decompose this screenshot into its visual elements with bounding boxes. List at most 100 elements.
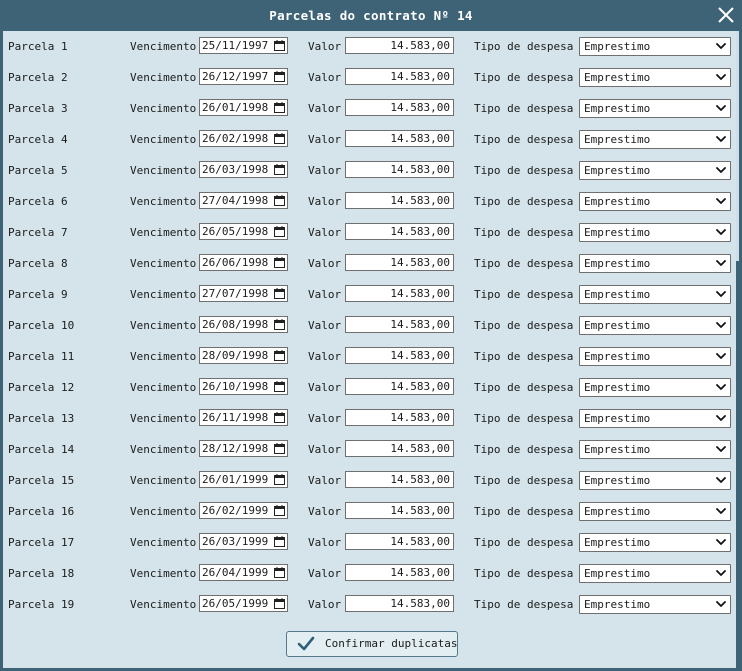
scrollbar[interactable] <box>736 31 739 261</box>
parcela-label: Parcela 12 <box>8 381 75 394</box>
valor-input[interactable]: 14.583,00 <box>345 285 454 302</box>
vencimento-date-input[interactable]: 28/09/1998 <box>199 347 288 364</box>
tipo-despesa-value: Emprestimo <box>584 443 651 456</box>
calendar-icon[interactable] <box>274 226 285 237</box>
tipo-despesa-label: Tipo de despesa <box>474 536 574 549</box>
tipo-despesa-select[interactable]: Emprestimo <box>579 533 731 552</box>
calendar-icon[interactable] <box>274 505 285 516</box>
vencimento-date-input[interactable]: 26/03/1999 <box>199 533 288 550</box>
valor-input[interactable]: 14.583,00 <box>345 595 454 612</box>
tipo-despesa-select[interactable]: Emprestimo <box>579 347 731 366</box>
valor-input[interactable]: 14.583,00 <box>345 316 454 333</box>
valor-input[interactable]: 14.583,00 <box>345 440 454 457</box>
calendar-icon[interactable] <box>274 164 285 175</box>
tipo-despesa-value: Emprestimo <box>584 536 651 549</box>
tipo-despesa-select[interactable]: Emprestimo <box>579 471 731 490</box>
valor-value: 14.583,00 <box>390 597 450 610</box>
vencimento-date-input[interactable]: 26/05/1999 <box>199 595 288 612</box>
vencimento-date-input[interactable]: 28/12/1998 <box>199 440 288 457</box>
tipo-despesa-select[interactable]: Emprestimo <box>579 564 731 583</box>
tipo-despesa-select[interactable]: Emprestimo <box>579 502 731 521</box>
tipo-despesa-select[interactable]: Emprestimo <box>579 285 731 304</box>
valor-input[interactable]: 14.583,00 <box>345 471 454 488</box>
vencimento-date-input[interactable]: 26/02/1999 <box>199 502 288 519</box>
valor-label: Valor <box>308 40 342 53</box>
valor-input[interactable]: 14.583,00 <box>345 409 454 426</box>
calendar-icon[interactable] <box>274 71 285 82</box>
parcela-row-4: Parcela 4 Vencimento 26/02/1998 Valor 14… <box>3 124 736 155</box>
valor-input[interactable]: 14.583,00 <box>345 378 454 395</box>
calendar-icon[interactable] <box>274 195 285 206</box>
valor-input[interactable]: 14.583,00 <box>345 502 454 519</box>
tipo-despesa-select[interactable]: Emprestimo <box>579 409 731 428</box>
calendar-icon[interactable] <box>274 412 285 423</box>
tipo-despesa-select[interactable]: Emprestimo <box>579 223 731 242</box>
chevron-down-icon <box>716 322 726 328</box>
valor-input[interactable]: 14.583,00 <box>345 254 454 271</box>
tipo-despesa-select[interactable]: Emprestimo <box>579 37 731 56</box>
calendar-icon[interactable] <box>274 474 285 485</box>
tipo-despesa-select[interactable]: Emprestimo <box>579 99 731 118</box>
tipo-despesa-select[interactable]: Emprestimo <box>579 595 731 614</box>
valor-input[interactable]: 14.583,00 <box>345 192 454 209</box>
valor-input[interactable]: 14.583,00 <box>345 533 454 550</box>
calendar-icon[interactable] <box>274 102 285 113</box>
tipo-despesa-label: Tipo de despesa <box>474 195 574 208</box>
tipo-despesa-select[interactable]: Emprestimo <box>579 440 731 459</box>
vencimento-date-input[interactable]: 26/10/1998 <box>199 378 288 395</box>
tipo-despesa-select[interactable]: Emprestimo <box>579 130 731 149</box>
chevron-down-icon <box>716 384 726 390</box>
tipo-despesa-label: Tipo de despesa <box>474 164 574 177</box>
valor-input[interactable]: 14.583,00 <box>345 161 454 178</box>
calendar-icon[interactable] <box>274 319 285 330</box>
vencimento-date-input[interactable]: 27/07/1998 <box>199 285 288 302</box>
valor-input[interactable]: 14.583,00 <box>345 37 454 54</box>
calendar-icon[interactable] <box>274 350 285 361</box>
vencimento-date-input[interactable]: 26/08/1998 <box>199 316 288 333</box>
calendar-icon[interactable] <box>274 288 285 299</box>
confirm-duplicatas-button[interactable]: Confirmar duplicatas <box>286 631 458 657</box>
tipo-despesa-select[interactable]: Emprestimo <box>579 68 731 87</box>
valor-input[interactable]: 14.583,00 <box>345 223 454 240</box>
vencimento-value: 27/04/1998 <box>202 194 269 207</box>
vencimento-date-input[interactable]: 26/11/1998 <box>199 409 288 426</box>
vencimento-date-input[interactable]: 27/04/1998 <box>199 192 288 209</box>
valor-input[interactable]: 14.583,00 <box>345 68 454 85</box>
vencimento-label: Vencimento <box>130 474 197 487</box>
vencimento-date-input[interactable]: 26/05/1998 <box>199 223 288 240</box>
valor-label: Valor <box>308 257 342 270</box>
vencimento-date-input[interactable]: 26/06/1998 <box>199 254 288 271</box>
tipo-despesa-select[interactable]: Emprestimo <box>579 254 731 273</box>
parcela-label: Parcela 1 <box>8 40 68 53</box>
calendar-icon[interactable] <box>274 257 285 268</box>
calendar-icon[interactable] <box>274 133 285 144</box>
valor-input[interactable]: 14.583,00 <box>345 130 454 147</box>
valor-value: 14.583,00 <box>390 70 450 83</box>
calendar-icon[interactable] <box>274 536 285 547</box>
vencimento-date-input[interactable]: 26/03/1998 <box>199 161 288 178</box>
calendar-icon[interactable] <box>274 567 285 578</box>
tipo-despesa-value: Emprestimo <box>584 71 651 84</box>
vencimento-date-input[interactable]: 26/04/1999 <box>199 564 288 581</box>
vencimento-date-input[interactable]: 26/01/1998 <box>199 99 288 116</box>
valor-input[interactable]: 14.583,00 <box>345 347 454 364</box>
calendar-icon[interactable] <box>274 40 285 51</box>
tipo-despesa-select[interactable]: Emprestimo <box>579 161 731 180</box>
vencimento-date-input[interactable]: 26/01/1999 <box>199 471 288 488</box>
tipo-despesa-select[interactable]: Emprestimo <box>579 316 731 335</box>
vencimento-date-input[interactable]: 26/02/1998 <box>199 130 288 147</box>
tipo-despesa-select[interactable]: Emprestimo <box>579 378 731 397</box>
parcela-row-14: Parcela 14 Vencimento 28/12/1998 Valor 1… <box>3 434 736 465</box>
vencimento-date-input[interactable]: 25/11/1997 <box>199 37 288 54</box>
vencimento-value: 26/01/1998 <box>202 101 269 114</box>
calendar-icon[interactable] <box>274 598 285 609</box>
valor-value: 14.583,00 <box>390 318 450 331</box>
valor-input[interactable]: 14.583,00 <box>345 564 454 581</box>
vencimento-value: 26/05/1998 <box>202 225 269 238</box>
close-icon[interactable] <box>716 5 736 25</box>
calendar-icon[interactable] <box>274 381 285 392</box>
valor-input[interactable]: 14.583,00 <box>345 99 454 116</box>
calendar-icon[interactable] <box>274 443 285 454</box>
vencimento-date-input[interactable]: 26/12/1997 <box>199 68 288 85</box>
tipo-despesa-select[interactable]: Emprestimo <box>579 192 731 211</box>
